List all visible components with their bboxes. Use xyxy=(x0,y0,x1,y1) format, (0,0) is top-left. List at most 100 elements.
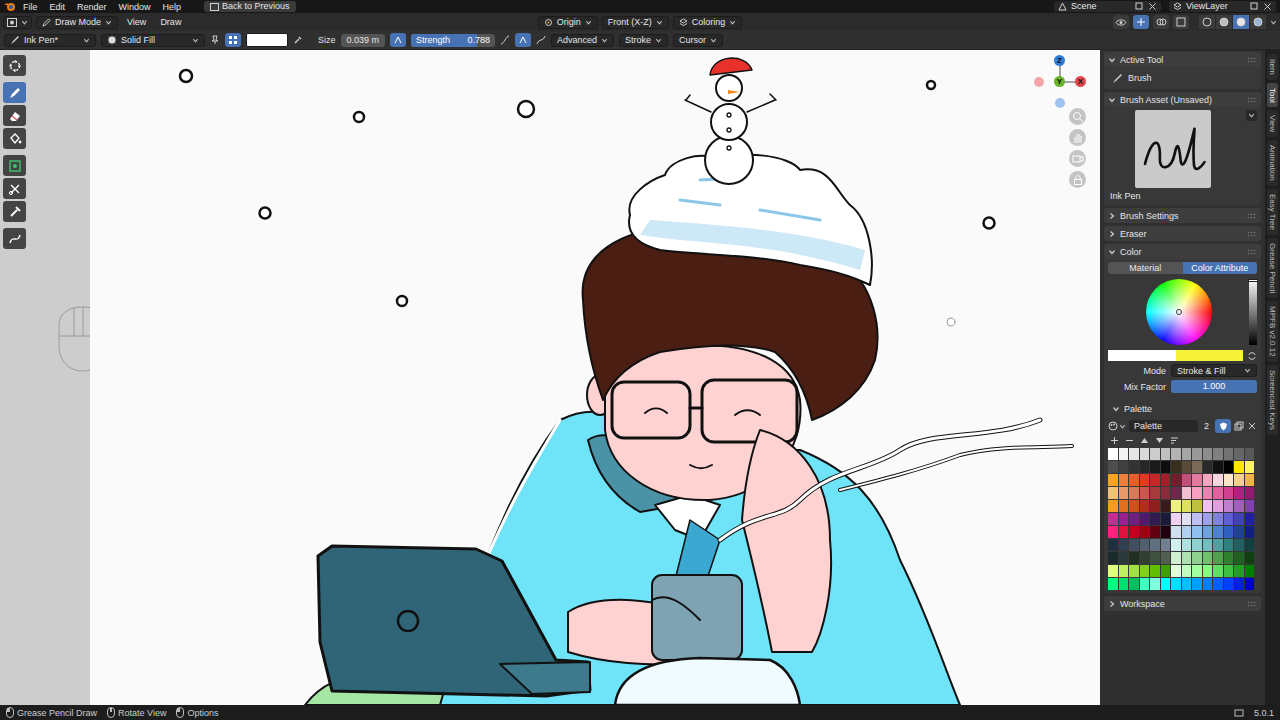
palette-swatch[interactable] xyxy=(1234,578,1244,590)
mode-dropdown[interactable]: Stroke & Fill xyxy=(1171,364,1257,377)
zoom-button[interactable] xyxy=(1069,108,1086,125)
brush-settings-header[interactable]: Brush Settings xyxy=(1104,208,1261,223)
drag-handle-icon[interactable] xyxy=(1247,601,1257,607)
palette-swatch[interactable] xyxy=(1203,565,1213,577)
palette-swatch[interactable] xyxy=(1129,487,1139,499)
palette-header[interactable]: Palette xyxy=(1108,402,1257,416)
palette-swatch[interactable] xyxy=(1192,526,1202,538)
palette-swatch[interactable] xyxy=(1150,578,1160,590)
palette-swatch[interactable] xyxy=(1129,578,1139,590)
tool-settings-menu[interactable]: Advanced xyxy=(551,34,614,47)
palette-swatch[interactable] xyxy=(1171,474,1181,486)
drag-handle-icon[interactable] xyxy=(1247,97,1257,103)
menu-item[interactable]: Edit xyxy=(45,1,71,13)
color-swatch[interactable] xyxy=(1176,350,1244,361)
menu-item[interactable]: Help xyxy=(158,1,187,13)
palette-swatch[interactable] xyxy=(1119,448,1129,460)
palette-swatch[interactable] xyxy=(1213,552,1223,564)
palette-swatch[interactable] xyxy=(1108,539,1118,551)
sidebar-tab[interactable]: Animation xyxy=(1267,140,1278,186)
gizmo-toggle[interactable] xyxy=(1133,15,1149,29)
palette-swatch[interactable] xyxy=(1140,500,1150,512)
expanded-chevron-icon[interactable] xyxy=(1108,248,1116,256)
blender-logo-icon[interactable] xyxy=(4,1,16,12)
palette-swatch[interactable] xyxy=(1245,565,1255,577)
palette-swatch[interactable] xyxy=(1161,565,1171,577)
palette-swatch[interactable] xyxy=(1192,513,1202,525)
interpolate-tool[interactable] xyxy=(3,228,26,249)
palette-swatch[interactable] xyxy=(1161,539,1171,551)
sidebar-tab[interactable]: Easy Tree xyxy=(1267,189,1278,235)
palette-swatch[interactable] xyxy=(1150,526,1160,538)
z-axis[interactable]: Z xyxy=(1054,55,1065,66)
palette-swatch[interactable] xyxy=(1182,539,1192,551)
palette-swatch[interactable] xyxy=(1224,474,1234,486)
palette-swatch[interactable] xyxy=(1140,461,1150,473)
palette-users[interactable]: 2 xyxy=(1201,420,1212,432)
color-picker-handle[interactable] xyxy=(1176,309,1182,315)
palette-swatch[interactable] xyxy=(1171,448,1181,460)
brush-color-swatch[interactable] xyxy=(246,33,288,47)
palette-swatch[interactable] xyxy=(1150,513,1160,525)
sidebar-tab[interactable]: Grease Pencil xyxy=(1267,238,1278,298)
add-color-icon[interactable] xyxy=(1110,436,1119,445)
palette-swatch[interactable] xyxy=(1171,539,1181,551)
swap-colors-icon[interactable] xyxy=(1247,351,1257,361)
strength-pressure-toggle[interactable] xyxy=(515,33,531,47)
y-axis[interactable]: Y xyxy=(1054,76,1065,87)
palette-browse[interactable] xyxy=(1108,421,1126,431)
palette-swatch[interactable] xyxy=(1108,578,1118,590)
strength-slider[interactable]: Strength0.788 xyxy=(411,34,495,47)
palette-swatch[interactable] xyxy=(1245,539,1255,551)
palette-swatch[interactable] xyxy=(1140,539,1150,551)
palette-swatch[interactable] xyxy=(1150,539,1160,551)
palette-swatch[interactable] xyxy=(1192,552,1202,564)
palette-swatch[interactable] xyxy=(1108,448,1118,460)
sidebar-tab[interactable]: MPFB v2.0.12 xyxy=(1267,301,1278,362)
palette-swatch[interactable] xyxy=(1161,500,1171,512)
sidebar-tab[interactable]: Screencast Keys xyxy=(1267,365,1278,435)
expanded-chevron-icon[interactable] xyxy=(1108,56,1116,64)
palette-swatch[interactable] xyxy=(1224,461,1234,473)
visibility-toggle[interactable] xyxy=(1113,15,1129,29)
fill-tool[interactable] xyxy=(3,128,26,149)
erase-tool[interactable] xyxy=(3,105,26,126)
palette-swatch[interactable] xyxy=(1182,461,1192,473)
palette-swatch[interactable] xyxy=(1192,539,1202,551)
palette-swatch[interactable] xyxy=(1119,513,1129,525)
palette-swatch[interactable] xyxy=(1129,565,1139,577)
palette-swatch[interactable] xyxy=(1171,500,1181,512)
remove-color-icon[interactable] xyxy=(1125,436,1134,445)
drawing-canvas[interactable]: Z Y X xyxy=(90,50,1100,705)
palette-swatch[interactable] xyxy=(1182,487,1192,499)
palette-swatch[interactable] xyxy=(1224,552,1234,564)
copy-icon[interactable] xyxy=(1135,2,1144,11)
palette-swatch[interactable] xyxy=(1192,500,1202,512)
pan-button[interactable] xyxy=(1069,129,1086,146)
palette-swatch[interactable] xyxy=(1234,539,1244,551)
palette-swatch[interactable] xyxy=(1108,526,1118,538)
palette-swatch[interactable] xyxy=(1140,565,1150,577)
pivot-dropdown[interactable]: Origin xyxy=(538,16,598,29)
lock-button[interactable] xyxy=(1069,171,1086,188)
palette-swatch[interactable] xyxy=(1203,578,1213,590)
mode-dropdown[interactable]: Draw Mode xyxy=(36,16,118,29)
palette-name-field[interactable]: Palette xyxy=(1129,420,1198,432)
palette-swatch[interactable] xyxy=(1171,565,1181,577)
palette-swatch[interactable] xyxy=(1150,565,1160,577)
eraser-header[interactable]: Eraser xyxy=(1104,226,1261,241)
drag-handle-icon[interactable] xyxy=(1247,249,1257,255)
palette-swatch[interactable] xyxy=(1203,552,1213,564)
value-slider[interactable] xyxy=(1249,279,1257,345)
palette-swatch[interactable] xyxy=(1224,565,1234,577)
palette-swatch[interactable] xyxy=(1203,526,1213,538)
palette-swatch[interactable] xyxy=(1213,448,1223,460)
brush-thumbnail[interactable] xyxy=(1135,110,1211,188)
palette-swatch[interactable] xyxy=(1224,526,1234,538)
scene-selector[interactable]: Scene xyxy=(1054,1,1161,12)
collapsed-chevron-icon[interactable] xyxy=(1108,600,1116,608)
palette-swatch[interactable] xyxy=(1213,578,1223,590)
palette-swatch[interactable] xyxy=(1213,565,1223,577)
palette-swatch[interactable] xyxy=(1234,513,1244,525)
palette-swatch[interactable] xyxy=(1171,552,1181,564)
